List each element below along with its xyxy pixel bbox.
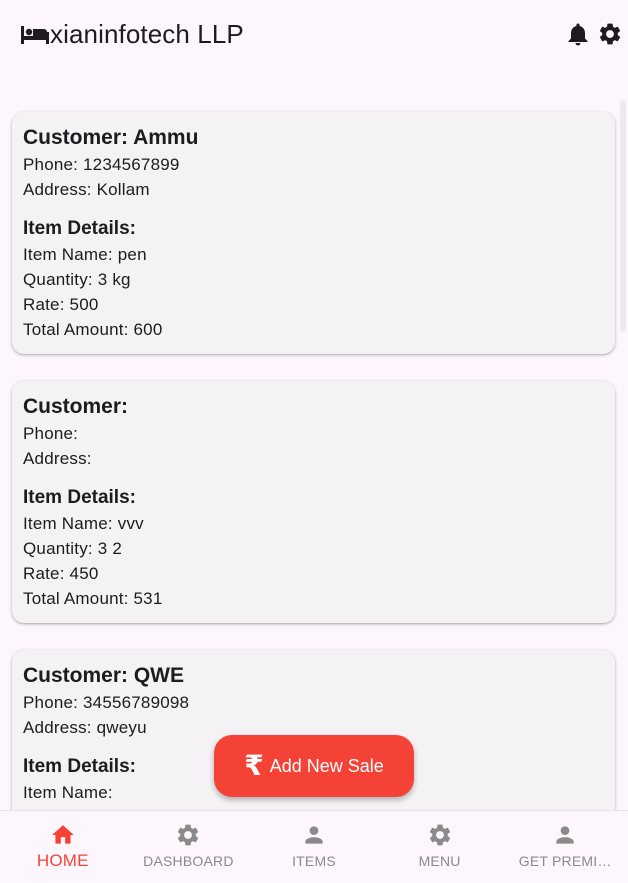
customer-name: Customer: Ammu	[23, 126, 199, 149]
item-details-heading: Item Details:	[23, 218, 136, 239]
nav-menu[interactable]: MENU	[377, 811, 503, 883]
item-name: Item Name: vvv	[23, 514, 144, 533]
scrollbar[interactable]	[620, 100, 626, 332]
gear-icon	[174, 821, 202, 849]
customer-address: Address: Kollam	[23, 180, 150, 199]
app-bar-actions	[564, 20, 624, 48]
bottom-navigation: HOME DASHBOARD ITEMS MENU GET PREMI…	[0, 810, 628, 883]
app-root: xianinfotech LLP Customer: Ammu Phone: 1…	[0, 0, 628, 883]
item-rate: Rate: 450	[23, 564, 99, 583]
item-quantity: Quantity: 3 2	[23, 539, 122, 558]
bed-icon	[20, 24, 50, 46]
app-bar: xianinfotech LLP	[0, 0, 628, 68]
sales-list[interactable]: Customer: Ammu Phone: 1234567899 Address…	[0, 100, 628, 810]
nav-items[interactable]: ITEMS	[251, 811, 377, 883]
nav-home[interactable]: HOME	[0, 811, 126, 883]
app-title-group: xianinfotech LLP	[20, 19, 564, 50]
nav-dashboard[interactable]: DASHBOARD	[126, 811, 252, 883]
customer-address: Address:	[23, 449, 92, 468]
add-new-sale-label: Add New Sale	[269, 755, 384, 776]
customer-phone: Phone: 1234567899	[23, 155, 180, 174]
nav-label: MENU	[418, 853, 461, 869]
nav-label: GET PREMI…	[518, 853, 612, 869]
item-rate: Rate: 500	[23, 295, 99, 314]
rupee-icon: ₹	[244, 749, 264, 782]
nav-label: ITEMS	[292, 853, 336, 869]
app-title: xianinfotech LLP	[50, 18, 244, 49]
item-details-heading: Item Details:	[23, 487, 136, 508]
total-amount: Total Amount: 531	[23, 589, 163, 608]
customer-name: Customer:	[23, 395, 129, 418]
sale-card[interactable]: Customer: Ammu Phone: 1234567899 Address…	[12, 112, 615, 354]
customer-phone: Phone:	[23, 424, 79, 443]
customer-phone: Phone: 34556789098	[23, 693, 190, 712]
item-quantity: Quantity: 3 kg	[23, 270, 131, 289]
customer-name: Customer: QWE	[23, 664, 185, 687]
person-icon	[551, 821, 579, 849]
nav-label: DASHBOARD	[143, 853, 234, 869]
total-amount: Total Amount: 600	[23, 320, 163, 339]
sale-card[interactable]: Customer: Phone: Address: Item Details: …	[12, 381, 615, 623]
nav-get-premium[interactable]: GET PREMI…	[502, 811, 628, 883]
bell-icon[interactable]	[564, 20, 592, 48]
gear-icon	[426, 821, 454, 849]
home-icon	[49, 821, 77, 849]
item-name: Item Name: pen	[23, 245, 147, 264]
add-new-sale-button[interactable]: ₹ Add New Sale	[214, 735, 414, 797]
person-icon	[300, 821, 328, 849]
gear-icon[interactable]	[596, 20, 624, 48]
nav-label: HOME	[36, 851, 89, 870]
